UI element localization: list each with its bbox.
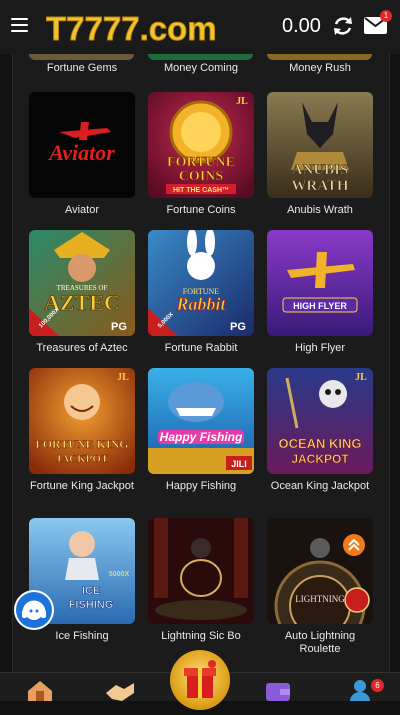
thumb-title: HIGH FLYER	[293, 301, 347, 311]
game-label[interactable]: Fortune King Jackpot	[29, 480, 135, 493]
game-thumb-peek[interactable]	[29, 54, 134, 60]
game-tile-lightning-sic-bo[interactable]: Lightning Sic Bo	[148, 518, 254, 643]
account-badge: 6	[371, 679, 384, 692]
game-tile-high-flyer[interactable]: HIGH FLYER High Flyer	[267, 230, 373, 355]
game-label[interactable]: Fortune Rabbit	[148, 342, 254, 355]
game-thumbnail[interactable]: FORTUNE COINS HIT THE CASH™ JL	[148, 92, 254, 198]
thumb-title: JACKPOT	[291, 452, 349, 466]
game-thumbnail[interactable]: FORTUNE KING JACKPOT JL	[29, 368, 135, 474]
provider-mark: JL	[355, 372, 367, 383]
game-label[interactable]: Fortune Gems	[29, 62, 135, 74]
support-chat-button[interactable]	[14, 590, 54, 630]
gift-icon	[184, 660, 216, 698]
mail-badge: 1	[380, 10, 392, 22]
game-label[interactable]: Ocean King Jackpot	[267, 480, 373, 493]
game-label[interactable]: Ice Fishing	[29, 630, 135, 643]
game-thumbnail[interactable]: FORTUNE Rabbit 5,000X PG	[148, 230, 254, 336]
promotion-handshake-icon[interactable]	[104, 679, 136, 701]
game-thumbnail[interactable]: ANUBIS WRATH	[267, 92, 373, 198]
game-grid: Fortune Gems Money Coming Money Rush Avi…	[12, 54, 390, 674]
game-thumbnail[interactable]	[148, 518, 254, 624]
thumb-title: FISHING	[69, 599, 114, 611]
thumb-subtitle: HIT THE CASH™	[173, 187, 229, 194]
thumb-title: LIGHTNING	[295, 594, 345, 604]
menu-icon[interactable]	[11, 18, 28, 32]
thumb-title: FORTUNE KING	[35, 437, 128, 451]
game-thumb-peek[interactable]	[148, 54, 253, 60]
game-tile-happy-fishing[interactable]: Happy Fishing JILI Happy Fishing	[148, 368, 254, 493]
brand-logo[interactable]: T7777.com	[46, 8, 216, 48]
refresh-icon[interactable]	[331, 14, 355, 38]
game-thumbnail[interactable]: HIGH FLYER	[267, 230, 373, 336]
multiplier-badge: 5000X	[109, 571, 130, 578]
game-thumbnail[interactable]: TREASURES OF AZTEC 100,000X PG	[29, 230, 135, 336]
game-label[interactable]: Happy Fishing	[148, 480, 254, 493]
game-label[interactable]: Auto Lightning Roulette	[267, 630, 373, 656]
game-label[interactable]: Anubis Wrath	[267, 204, 373, 217]
game-label[interactable]: High Flyer	[267, 342, 373, 355]
account-icon[interactable]	[348, 679, 372, 701]
game-tile-fortune-coins[interactable]: FORTUNE COINS HIT THE CASH™ JL Fortune C…	[148, 92, 254, 217]
game-label[interactable]: Fortune Coins	[148, 204, 254, 217]
game-tile-ocean-king-jackpot[interactable]: OCEAN KING JACKPOT JL Ocean King Jackpot	[267, 368, 373, 493]
thumb-title: Aviator	[47, 140, 115, 165]
scroll-top-button[interactable]	[343, 534, 365, 556]
game-thumbnail[interactable]: OCEAN KING JACKPOT JL	[267, 368, 373, 474]
thumb-title: OCEAN KING	[278, 436, 361, 451]
game-tile-fortune-rabbit[interactable]: FORTUNE Rabbit 5,000X PG Fortune Rabbit	[148, 230, 254, 355]
top-header: T7777.com 0.00 1	[0, 0, 400, 54]
thumb-title: COINS	[179, 169, 224, 184]
thumb-title: FORTUNE	[167, 155, 235, 170]
game-tile-treasures-of-aztec[interactable]: TREASURES OF AZTEC 100,000X PG Treasures…	[29, 230, 135, 355]
provider-mark: PG	[230, 321, 246, 333]
gift-button[interactable]	[170, 650, 230, 710]
game-label[interactable]: Money Coming	[148, 62, 254, 74]
game-label[interactable]: Lightning Sic Bo	[148, 630, 254, 643]
game-tile-anubis-wrath[interactable]: ANUBIS WRATH Anubis Wrath	[267, 92, 373, 217]
thumb-title: WRATH	[291, 178, 349, 194]
game-thumb-peek[interactable]	[267, 54, 372, 60]
provider-mark: JL	[236, 96, 248, 107]
logo-text: T7777.com	[46, 10, 216, 47]
provider-mark: JILI	[231, 459, 247, 469]
provider-mark: PG	[111, 321, 127, 333]
game-label[interactable]: Money Rush	[267, 62, 373, 74]
game-thumbnail[interactable]: Aviator	[29, 92, 135, 198]
game-tile-fortune-king-jackpot[interactable]: FORTUNE KING JACKPOT JL Fortune King Jac…	[29, 368, 135, 493]
game-thumbnail[interactable]: Happy Fishing JILI	[148, 368, 254, 474]
thumb-title: JACKPOT	[56, 453, 109, 465]
chevron-up-icon	[348, 538, 360, 551]
thumb-title: Happy Fishing	[160, 430, 243, 444]
provider-mark: JL	[117, 372, 129, 383]
thumb-title: ANUBIS	[292, 162, 349, 178]
thumb-title: Rabbit	[175, 294, 226, 314]
game-tile-aviator[interactable]: Aviator Aviator	[29, 92, 135, 217]
headset-icon	[22, 600, 46, 620]
game-label[interactable]: Treasures of Aztec	[29, 342, 135, 355]
game-label[interactable]: Aviator	[29, 204, 135, 217]
balance-amount: 0.00	[282, 15, 321, 37]
thumb-title: ICE	[82, 585, 100, 597]
home-icon[interactable]	[26, 679, 54, 701]
wallet-icon[interactable]	[264, 679, 292, 701]
